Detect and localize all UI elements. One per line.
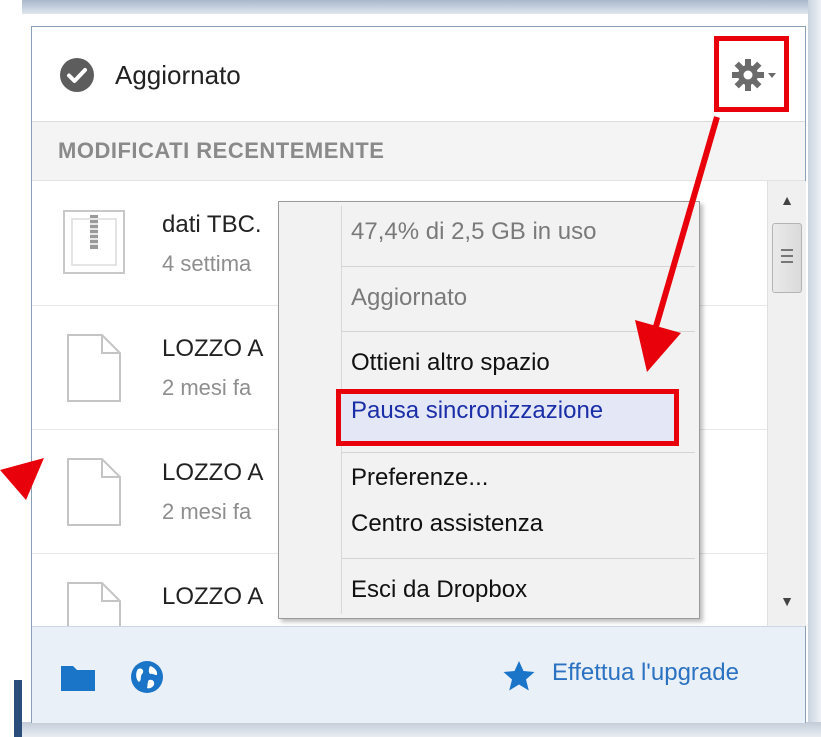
scroll-up-arrow-icon[interactable]: ▲	[768, 185, 806, 215]
scroll-down-arrow-icon[interactable]: ▼	[768, 586, 806, 616]
gear-icon	[732, 59, 776, 91]
menu-separator	[341, 266, 695, 267]
menu-item-get-more-space[interactable]: Ottieni altro spazio	[351, 349, 550, 377]
menu-separator	[341, 452, 695, 453]
taskbar-edge	[14, 680, 22, 737]
scroll-thumb[interactable]	[772, 223, 802, 293]
star-icon[interactable]	[502, 660, 536, 692]
file-date: 2 mesi fa	[162, 499, 252, 524]
settings-context-menu: 47,4% di 2,5 GB in uso Aggiornato Ottien…	[278, 201, 700, 619]
file-icon	[67, 334, 121, 402]
file-name: LOZZO A	[162, 583, 264, 610]
menu-item-quit[interactable]: Esci da Dropbox	[351, 576, 527, 604]
window-frame-bottom	[22, 722, 821, 737]
menu-item-help-center[interactable]: Centro assistenza	[351, 510, 543, 538]
menu-status: Aggiornato	[351, 284, 468, 311]
check-icon	[60, 58, 94, 92]
settings-button[interactable]	[714, 36, 789, 112]
recent-section-header: MODIFICATI RECENTEMENTE	[32, 122, 805, 181]
file-date: 4 settima	[162, 251, 252, 276]
file-name: dati TBC.	[162, 211, 262, 238]
folder-icon[interactable]	[60, 662, 96, 692]
chevron-down-icon	[768, 73, 776, 78]
file-icon	[67, 458, 121, 526]
window-frame-top	[22, 0, 821, 14]
scrollbar[interactable]: ▲ ▼	[767, 181, 806, 626]
panel-header: Aggiornato	[32, 27, 805, 122]
file-name: LOZZO A	[162, 335, 264, 362]
section-title: MODIFICATI RECENTEMENTE	[58, 138, 385, 163]
globe-icon[interactable]	[130, 660, 164, 694]
menu-item-pause-sync[interactable]: Pausa sincronizzazione	[351, 397, 603, 425]
window-frame-right	[808, 0, 821, 737]
file-icon	[67, 582, 121, 626]
file-date: 2 mesi fa	[162, 375, 252, 400]
upgrade-link[interactable]: Effettua l'upgrade	[552, 659, 739, 687]
menu-item-preferences[interactable]: Preferenze...	[351, 464, 488, 492]
sync-status: Aggiornato	[115, 60, 241, 90]
panel-footer: Effettua l'upgrade	[32, 626, 805, 723]
window-frame-left	[0, 0, 22, 737]
menu-usage-info: 47,4% di 2,5 GB in uso	[351, 218, 597, 245]
menu-separator	[341, 331, 695, 332]
file-name: LOZZO A	[162, 459, 264, 486]
zip-file-icon	[63, 210, 125, 274]
menu-separator	[341, 558, 695, 559]
